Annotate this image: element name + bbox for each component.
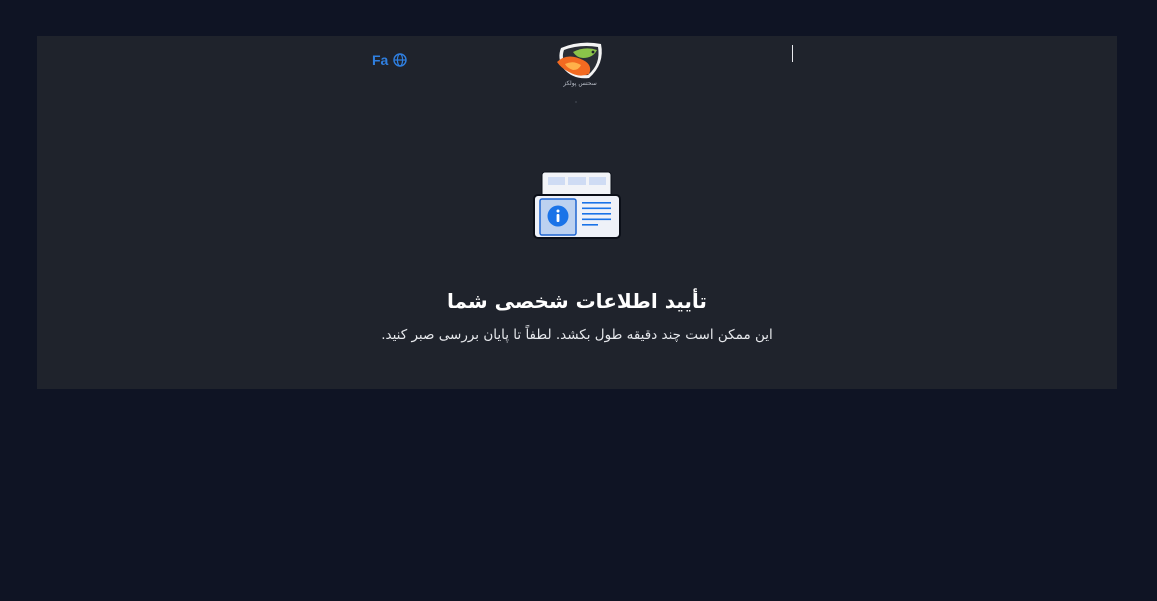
globe-icon bbox=[393, 53, 408, 67]
verification-card: Fa سحتس پولکز تأیید اطلاعات شخصی شما این… bbox=[37, 36, 1117, 389]
page-title: تأیید اطلاعات شخصی شما bbox=[447, 289, 707, 313]
id-verification-icon bbox=[532, 171, 622, 241]
id-verification-illustration bbox=[532, 171, 622, 241]
logo-caption: سحتس پولکز bbox=[563, 80, 597, 87]
text-cursor bbox=[792, 45, 793, 62]
page-subtitle: این ممکن است چند دقیقه طول بکشد. لطفاً ت… bbox=[381, 327, 773, 343]
language-label: Fa bbox=[372, 52, 389, 68]
brand-logo[interactable]: سحتس پولکز bbox=[553, 38, 607, 104]
brand-logo-icon bbox=[553, 38, 607, 82]
logo-dot bbox=[575, 101, 577, 103]
language-switcher[interactable]: Fa bbox=[372, 52, 408, 68]
